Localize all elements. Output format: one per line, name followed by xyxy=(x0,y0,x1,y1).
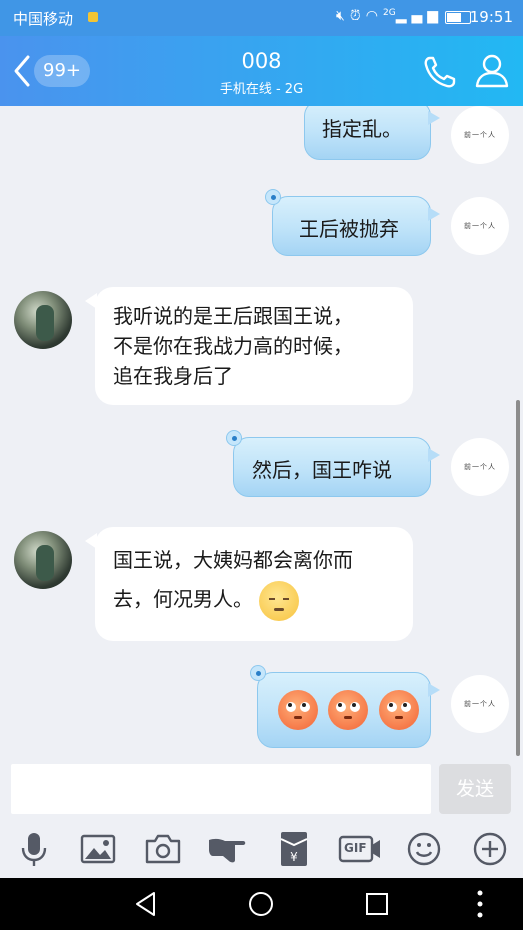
eye-roll-emoji xyxy=(278,690,318,730)
message-list[interactable]: 前一个人 指定乱。 前一个人 王后被抛弃 我听说的是王后跟国王说， 不是你在我战… xyxy=(0,106,523,758)
camera-icon xyxy=(145,834,181,864)
home-circle-icon xyxy=(249,892,273,916)
system-nav-bar xyxy=(0,878,523,930)
status-icons: 🔇︎⏰︎◠2G▂▄▆ xyxy=(336,8,443,24)
plus-icon xyxy=(473,832,507,866)
bubble-tail xyxy=(428,207,440,221)
poke-button[interactable] xyxy=(207,830,247,868)
more-dots-icon xyxy=(477,890,483,918)
signal-label: 2G xyxy=(382,8,396,18)
bubble-tail xyxy=(428,448,440,462)
back-triangle-icon xyxy=(136,892,155,916)
send-button[interactable]: 发送 xyxy=(439,764,511,814)
nav-more-button[interactable] xyxy=(462,886,498,922)
bubble-tail xyxy=(85,533,97,549)
nav-recents-button[interactable] xyxy=(359,886,395,922)
voice-input-button[interactable] xyxy=(14,830,54,868)
more-button[interactable] xyxy=(470,830,510,868)
chat-header: 99+ 008 手机在线 - 2G xyxy=(0,36,523,106)
message-line: 不是你在我战力高的时候， xyxy=(113,334,353,358)
emoji-icon xyxy=(407,832,441,866)
mute-icon: 🔇︎ xyxy=(336,8,350,24)
alarm-icon: ⏰︎ xyxy=(349,8,366,24)
nav-home-button[interactable] xyxy=(243,886,279,922)
message-bubble-outgoing[interactable]: 王后被抛弃 xyxy=(265,189,440,256)
photo-button[interactable] xyxy=(78,830,118,868)
sim-badge-icon xyxy=(88,12,98,22)
message-line: 追在我身后了 xyxy=(113,364,233,388)
message-text: 指定乱。 xyxy=(322,117,402,141)
eye-roll-emoji xyxy=(378,690,419,730)
bubble-decoration-icon xyxy=(250,665,266,681)
nav-back-button[interactable] xyxy=(128,886,164,922)
gif-button[interactable]: GIF xyxy=(338,830,382,868)
message-line-with-emoji: 去，何况男人。 xyxy=(113,579,395,621)
chat-scrollbar[interactable] xyxy=(516,400,520,756)
input-toolbar: ¥ GIF xyxy=(0,822,523,878)
wifi-icon: ◠ xyxy=(365,8,383,24)
message-text: 然后，国王咋说 xyxy=(252,458,392,482)
battery-icon xyxy=(445,11,471,24)
bubble-tail xyxy=(428,111,440,125)
svg-text:¥: ¥ xyxy=(290,850,298,864)
voice-call-button[interactable] xyxy=(420,52,460,92)
message-bubble-outgoing[interactable] xyxy=(250,665,440,748)
microphone-icon xyxy=(21,833,47,866)
contact-avatar-figure xyxy=(36,305,54,341)
message-text: 王后被抛弃 xyxy=(299,217,399,241)
message-line: 我听说的是王后跟国王说， xyxy=(113,304,353,328)
contact-avatar[interactable] xyxy=(14,531,72,589)
gif-label: GIF xyxy=(344,841,367,855)
person-icon xyxy=(475,54,509,88)
bubble-tail xyxy=(85,293,97,309)
self-avatar[interactable]: 前一个人 xyxy=(451,675,509,733)
bubble-decoration-icon xyxy=(265,189,281,205)
message-bubble-outgoing[interactable]: 指定乱。 xyxy=(304,106,440,160)
message-line: 国王说，大姨妈都会离你而 xyxy=(113,548,353,572)
compose-bar: 发送 xyxy=(0,758,523,822)
self-avatar[interactable]: 前一个人 xyxy=(451,106,509,164)
message-bubble-incoming[interactable]: 国王说，大姨妈都会离你而 去，何况男人。 xyxy=(85,527,413,641)
self-avatar[interactable]: 前一个人 xyxy=(451,197,509,255)
contact-profile-button[interactable] xyxy=(472,51,512,91)
bubble-tail xyxy=(428,683,440,697)
recents-square-icon xyxy=(366,893,388,915)
pensive-face-emoji xyxy=(259,580,300,621)
self-avatar[interactable]: 前一个人 xyxy=(451,438,509,496)
message-bubble-incoming[interactable]: 我听说的是王后跟国王说， 不是你在我战力高的时候， 追在我身后了 xyxy=(85,287,413,405)
red-packet-icon: ¥ xyxy=(280,832,308,866)
image-icon xyxy=(80,834,116,864)
phone-icon xyxy=(424,56,456,88)
clock: 19:51 xyxy=(469,8,513,26)
red-packet-button[interactable]: ¥ xyxy=(274,830,314,868)
emoji-button[interactable] xyxy=(404,830,444,868)
signal-bars-icon: ▂▄▆ xyxy=(395,8,443,24)
message-line: 去，何况男人。 xyxy=(113,587,253,611)
eye-roll-emoji xyxy=(328,690,369,730)
poke-hand-icon xyxy=(209,838,246,863)
camera-button[interactable] xyxy=(143,830,183,868)
carrier-name: 中国移动 xyxy=(13,10,74,28)
bubble-decoration-icon xyxy=(226,430,242,446)
contact-avatar-figure xyxy=(36,545,54,581)
message-input[interactable] xyxy=(11,764,431,814)
status-bar: 中国移动 🔇︎⏰︎◠2G▂▄▆ 19:51 xyxy=(0,0,523,36)
contact-avatar[interactable] xyxy=(14,291,72,349)
message-bubble-outgoing[interactable]: 然后，国王咋说 xyxy=(226,430,440,497)
